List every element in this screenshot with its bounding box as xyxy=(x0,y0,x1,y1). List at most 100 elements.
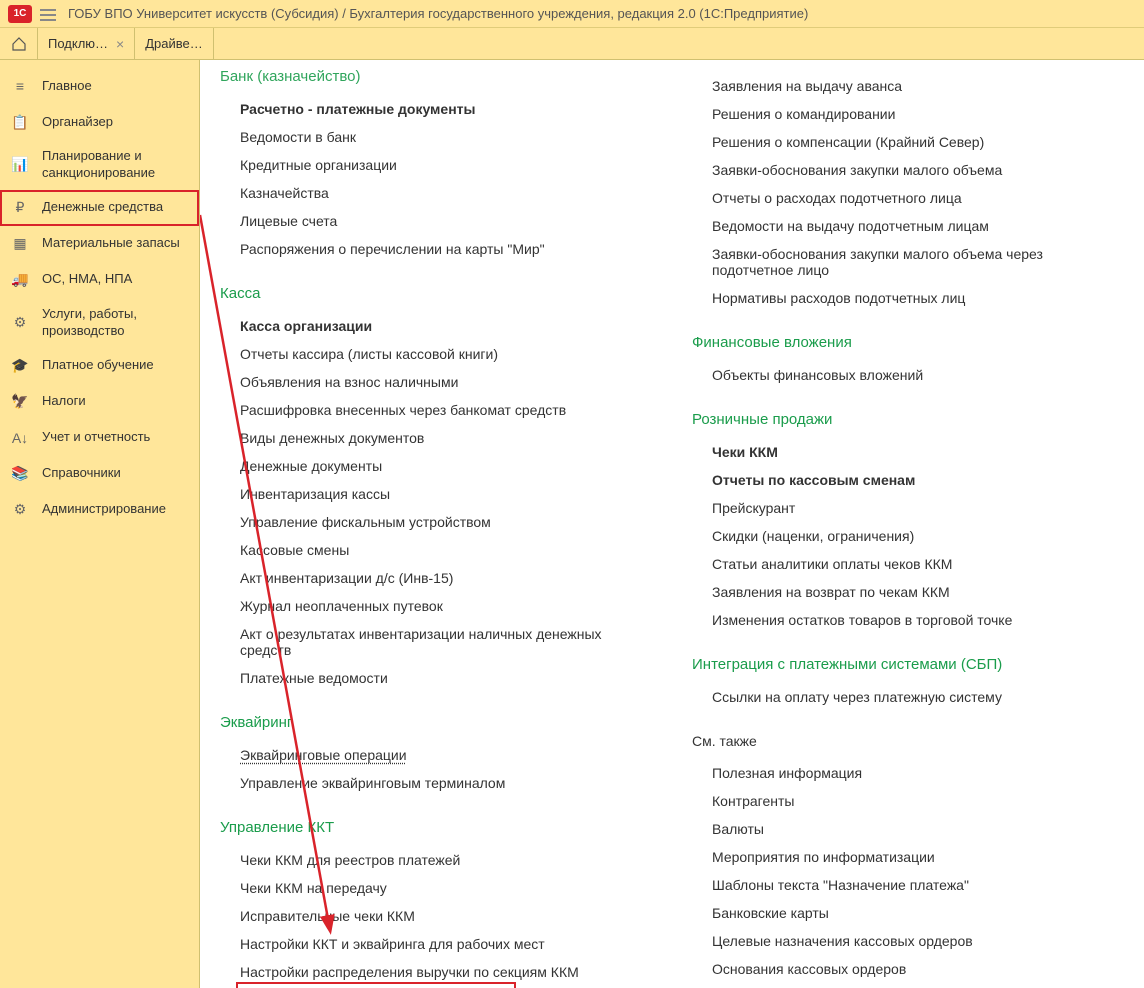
sidebar-icon: ⚙ xyxy=(10,313,30,333)
sidebar-item-6[interactable]: ⚙ Услуги, работы, производство xyxy=(0,298,199,348)
menu-link[interactable]: Заявки-обоснования закупки малого объема xyxy=(692,156,1124,184)
menu-link[interactable]: Лицевые счета xyxy=(220,207,652,235)
tab-label: Драйве… xyxy=(145,36,203,51)
sidebar-item-1[interactable]: 📋 Органайзер xyxy=(0,104,199,140)
title-bar: 1C ГОБУ ВПО Университет искусств (Субсид… xyxy=(0,0,1144,28)
menu-link[interactable]: Отчеты кассира (листы кассовой книги) xyxy=(220,340,652,368)
sidebar-item-label: Материальные запасы xyxy=(42,235,180,252)
sidebar-icon: 📊 xyxy=(10,155,30,175)
sidebar-item-0[interactable]: ≡Главное xyxy=(0,68,199,104)
menu-link[interactable]: Контрагенты xyxy=(692,787,1124,815)
menu-link[interactable]: Ведомости на выдачу подотчетным лицам xyxy=(692,212,1124,240)
sidebar-icon: 🎓 xyxy=(10,356,30,376)
section-title[interactable]: Розничные продажи xyxy=(692,411,1124,428)
sidebar-item-label: Денежные средства xyxy=(42,199,163,216)
sidebar-icon: ₽ xyxy=(10,198,30,218)
sidebar-icon: ≡ xyxy=(10,76,30,96)
sidebar-item-label: Администрирование xyxy=(42,501,166,518)
sidebar-icon: 🚚 xyxy=(10,270,30,290)
section-title[interactable]: Финансовые вложения xyxy=(692,334,1124,351)
menu-link[interactable]: Денежные документы xyxy=(220,452,652,480)
menu-link[interactable]: Заявления на выдачу аванса xyxy=(692,72,1124,100)
menu-link[interactable]: Решения о компенсации (Крайний Север) xyxy=(692,128,1124,156)
sidebar-item-9[interactable]: A↓ Учет и отчетность xyxy=(0,420,199,456)
menu-link[interactable]: Заявки-обоснования закупки малого объема… xyxy=(692,240,1124,284)
menu-link[interactable]: Целевые назначения кассовых ордеров xyxy=(692,927,1124,955)
menu-link[interactable]: Настройки распределения выручки по секци… xyxy=(220,958,652,986)
sidebar-item-label: Учет и отчетность xyxy=(42,429,150,446)
section-title[interactable]: Интеграция с платежными системами (СБП) xyxy=(692,656,1124,673)
sidebar-icon: ▦ xyxy=(10,234,30,254)
menu-link[interactable]: Казначейства xyxy=(220,179,652,207)
menu-link[interactable]: Управление эквайринговым терминалом xyxy=(220,769,652,797)
menu-link[interactable]: Кредитные организации xyxy=(220,151,652,179)
sidebar-item-8[interactable]: 🦅Налоги xyxy=(0,384,199,420)
sidebar-item-2[interactable]: 📊 Планирование и санкционирование xyxy=(0,140,199,190)
menu-link[interactable]: Заявления на возврат по чекам ККМ xyxy=(692,578,1124,606)
menu-link[interactable]: Скидки (наценки, ограничения) xyxy=(692,522,1124,550)
sidebar-item-5[interactable]: 🚚ОС, НМА, НПА xyxy=(0,262,199,298)
sidebar-icon: 📋 xyxy=(10,112,30,132)
menu-link[interactable]: Журнал неоплаченных путевок xyxy=(220,592,652,620)
sidebar-item-10[interactable]: 📚Справочники xyxy=(0,456,199,492)
menu-link[interactable]: Распоряжения о перечислении на карты "Ми… xyxy=(220,235,652,263)
menu-link[interactable]: Настройки ККТ и эквайринга для рабочих м… xyxy=(220,930,652,958)
menu-link[interactable]: Решения о командировании xyxy=(692,100,1124,128)
menu-link[interactable]: Исправительные чеки ККМ xyxy=(220,902,652,930)
menu-link[interactable]: Чеки ККМ на передачу xyxy=(220,874,652,902)
tab-2[interactable]: Драйве… xyxy=(135,28,214,59)
menu-link[interactable]: Банковские символы xyxy=(692,983,1124,988)
menu-link[interactable]: Управление фискальным устройством xyxy=(220,508,652,536)
menu-link[interactable]: Прейскурант xyxy=(692,494,1124,522)
menu-link[interactable]: Расчетно - платежные документы xyxy=(220,95,652,123)
menu-link[interactable]: Нормативы расходов подотчетных лиц xyxy=(692,284,1124,312)
home-tab[interactable] xyxy=(0,28,38,59)
sidebar-item-3[interactable]: ₽ Денежные средства xyxy=(0,190,199,226)
sidebar-icon: A↓ xyxy=(10,428,30,448)
content-area: Банк (казначейство) Расчетно - платежные … xyxy=(200,60,1144,988)
menu-link[interactable]: Основания кассовых ордеров xyxy=(692,955,1124,983)
menu-link[interactable]: Инвентаризация кассы xyxy=(220,480,652,508)
tab-label: Подклю… xyxy=(48,36,108,51)
menu-link[interactable]: Ссылки на оплату через платежную систему xyxy=(692,683,1124,711)
menu-link[interactable]: Платежные ведомости xyxy=(220,664,652,692)
close-icon[interactable]: × xyxy=(116,36,124,52)
hamburger-icon[interactable] xyxy=(40,6,56,22)
section-title[interactable]: Эквайринг xyxy=(220,714,652,731)
menu-link[interactable]: Отчеты по кассовым сменам xyxy=(692,466,1124,494)
menu-link[interactable]: Чеки ККМ для реестров платежей xyxy=(220,846,652,874)
sidebar-item-label: Платное обучение xyxy=(42,357,154,374)
section-title[interactable]: Касса xyxy=(220,285,652,302)
see-also-title: См. также xyxy=(692,733,1124,749)
menu-link[interactable]: Банковские карты xyxy=(692,899,1124,927)
menu-link[interactable]: Акт инвентаризации д/с (Инв-15) xyxy=(220,564,652,592)
menu-link[interactable]: Расшифровка внесенных через банкомат сре… xyxy=(220,396,652,424)
menu-link[interactable]: Отчеты о расходах подотчетного лица xyxy=(692,184,1124,212)
sidebar-item-7[interactable]: 🎓 Платное обучение xyxy=(0,348,199,384)
menu-link[interactable]: Кассовые смены xyxy=(220,536,652,564)
menu-link[interactable]: Виды денежных документов xyxy=(220,424,652,452)
menu-link[interactable]: Статьи аналитики оплаты чеков ККМ xyxy=(692,550,1124,578)
menu-link[interactable]: Шаблоны текста "Назначение платежа" xyxy=(692,871,1124,899)
section-title[interactable]: Банк (казначейство) xyxy=(220,60,652,85)
menu-link[interactable]: Валюты xyxy=(692,815,1124,843)
sidebar: ≡Главное 📋 Органайзер 📊 Планирование и санкц… xyxy=(0,60,200,988)
menu-link[interactable]: Мероприятия по информатизации xyxy=(692,843,1124,871)
sidebar-item-label: Органайзер xyxy=(42,114,113,131)
sidebar-item-label: Планирование и санкционирование xyxy=(42,148,189,182)
section-title[interactable]: Управление ККТ xyxy=(220,819,652,836)
sidebar-icon: 📚 xyxy=(10,464,30,484)
menu-link[interactable]: Объекты финансовых вложений xyxy=(692,361,1124,389)
menu-link[interactable]: Объявления на взнос наличными xyxy=(220,368,652,396)
menu-link[interactable]: Полезная информация xyxy=(692,759,1124,787)
menu-link[interactable]: Чеки ККМ xyxy=(692,438,1124,466)
sidebar-item-11[interactable]: ⚙Администрирование xyxy=(0,492,199,528)
menu-link[interactable]: Ведомости в банк xyxy=(220,123,652,151)
menu-link[interactable]: Касса организации xyxy=(220,312,652,340)
menu-link[interactable]: Изменения остатков товаров в торговой то… xyxy=(692,606,1124,634)
sidebar-item-4[interactable]: ▦ Материальные запасы xyxy=(0,226,199,262)
menu-link[interactable]: Эквайринговые операции xyxy=(240,741,407,769)
sidebar-item-label: Услуги, работы, производство xyxy=(42,306,189,340)
menu-link[interactable]: Акт о результатах инвентаризации наличны… xyxy=(220,620,652,664)
tab-1[interactable]: Подклю… × xyxy=(38,28,135,59)
